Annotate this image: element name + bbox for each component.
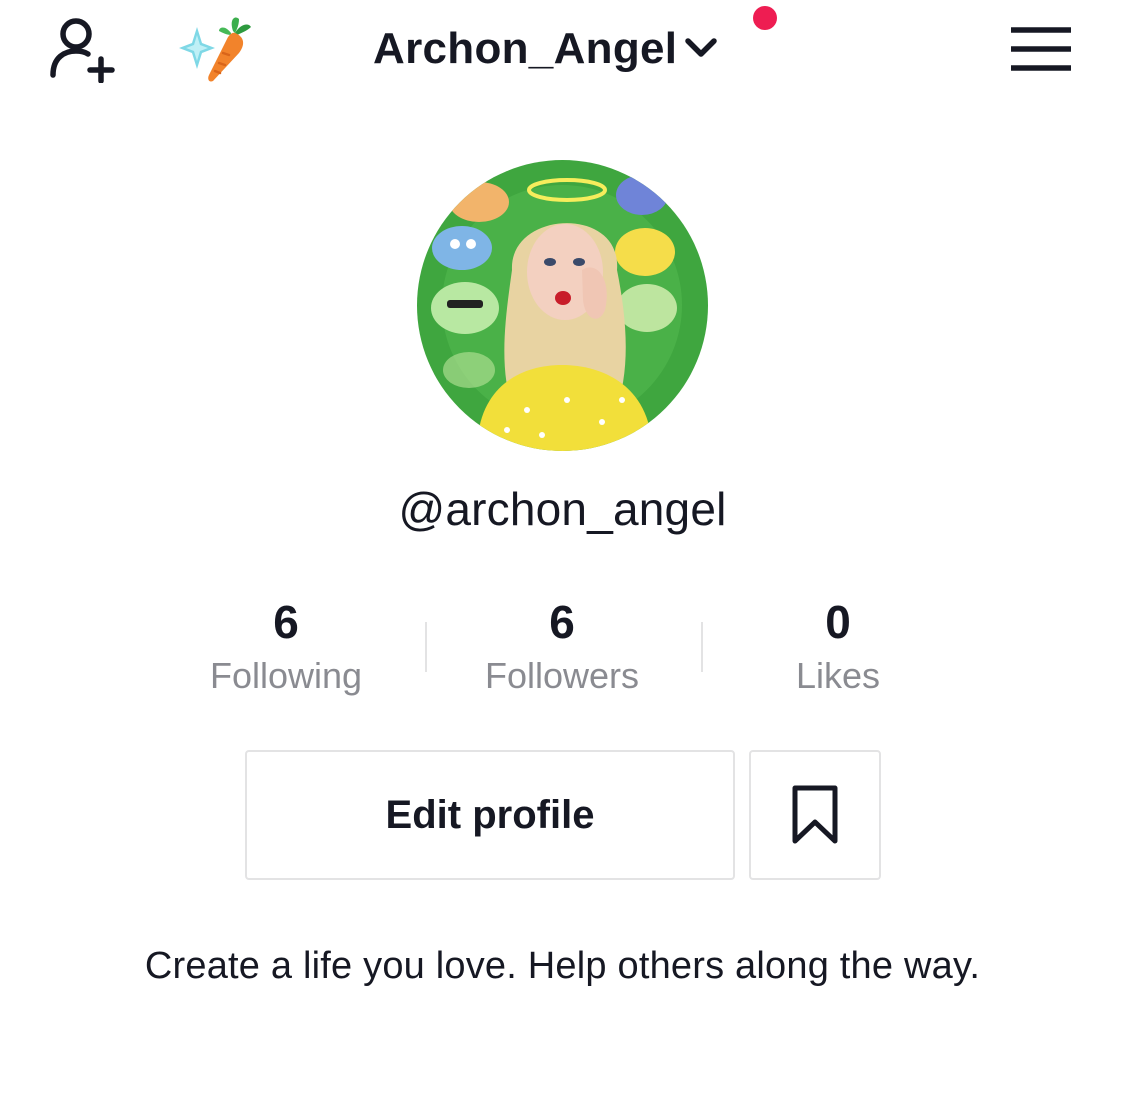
followers-count: 6 <box>549 596 575 648</box>
likes-count: 0 <box>825 596 851 648</box>
stat-likes[interactable]: 0 Likes <box>708 592 968 698</box>
stat-divider <box>425 622 427 672</box>
edit-profile-button[interactable]: Edit profile <box>245 750 735 880</box>
sparkle-carrot-icon <box>179 17 251 82</box>
stat-divider <box>701 622 703 672</box>
add-friend-button[interactable] <box>40 10 126 86</box>
avatar-image <box>417 160 708 451</box>
hamburger-menu-icon <box>1011 27 1071 71</box>
notification-dot <box>753 6 777 30</box>
profile-bio: Create a life you love. Help others alon… <box>144 945 981 987</box>
followers-label: Followers <box>484 655 640 696</box>
account-switcher[interactable]: Archon_Angel <box>360 14 780 84</box>
stat-following[interactable]: 6 Following <box>156 592 416 698</box>
edit-profile-label: Edit profile <box>385 792 595 837</box>
profile-badge-emoji[interactable] <box>172 10 258 86</box>
avatar[interactable] <box>417 160 708 451</box>
chevron-down-icon <box>683 35 719 63</box>
profile-handle: @archon_angel <box>398 483 727 535</box>
menu-button[interactable] <box>996 14 1086 84</box>
likes-label: Likes <box>795 655 881 696</box>
person-add-icon <box>50 18 115 83</box>
following-count: 6 <box>273 596 299 648</box>
favorites-button[interactable] <box>749 750 881 880</box>
following-label: Following <box>209 655 363 696</box>
page-title: Archon_Angel <box>373 24 678 73</box>
stat-followers[interactable]: 6 Followers <box>432 592 692 698</box>
bookmark-icon <box>792 785 838 844</box>
